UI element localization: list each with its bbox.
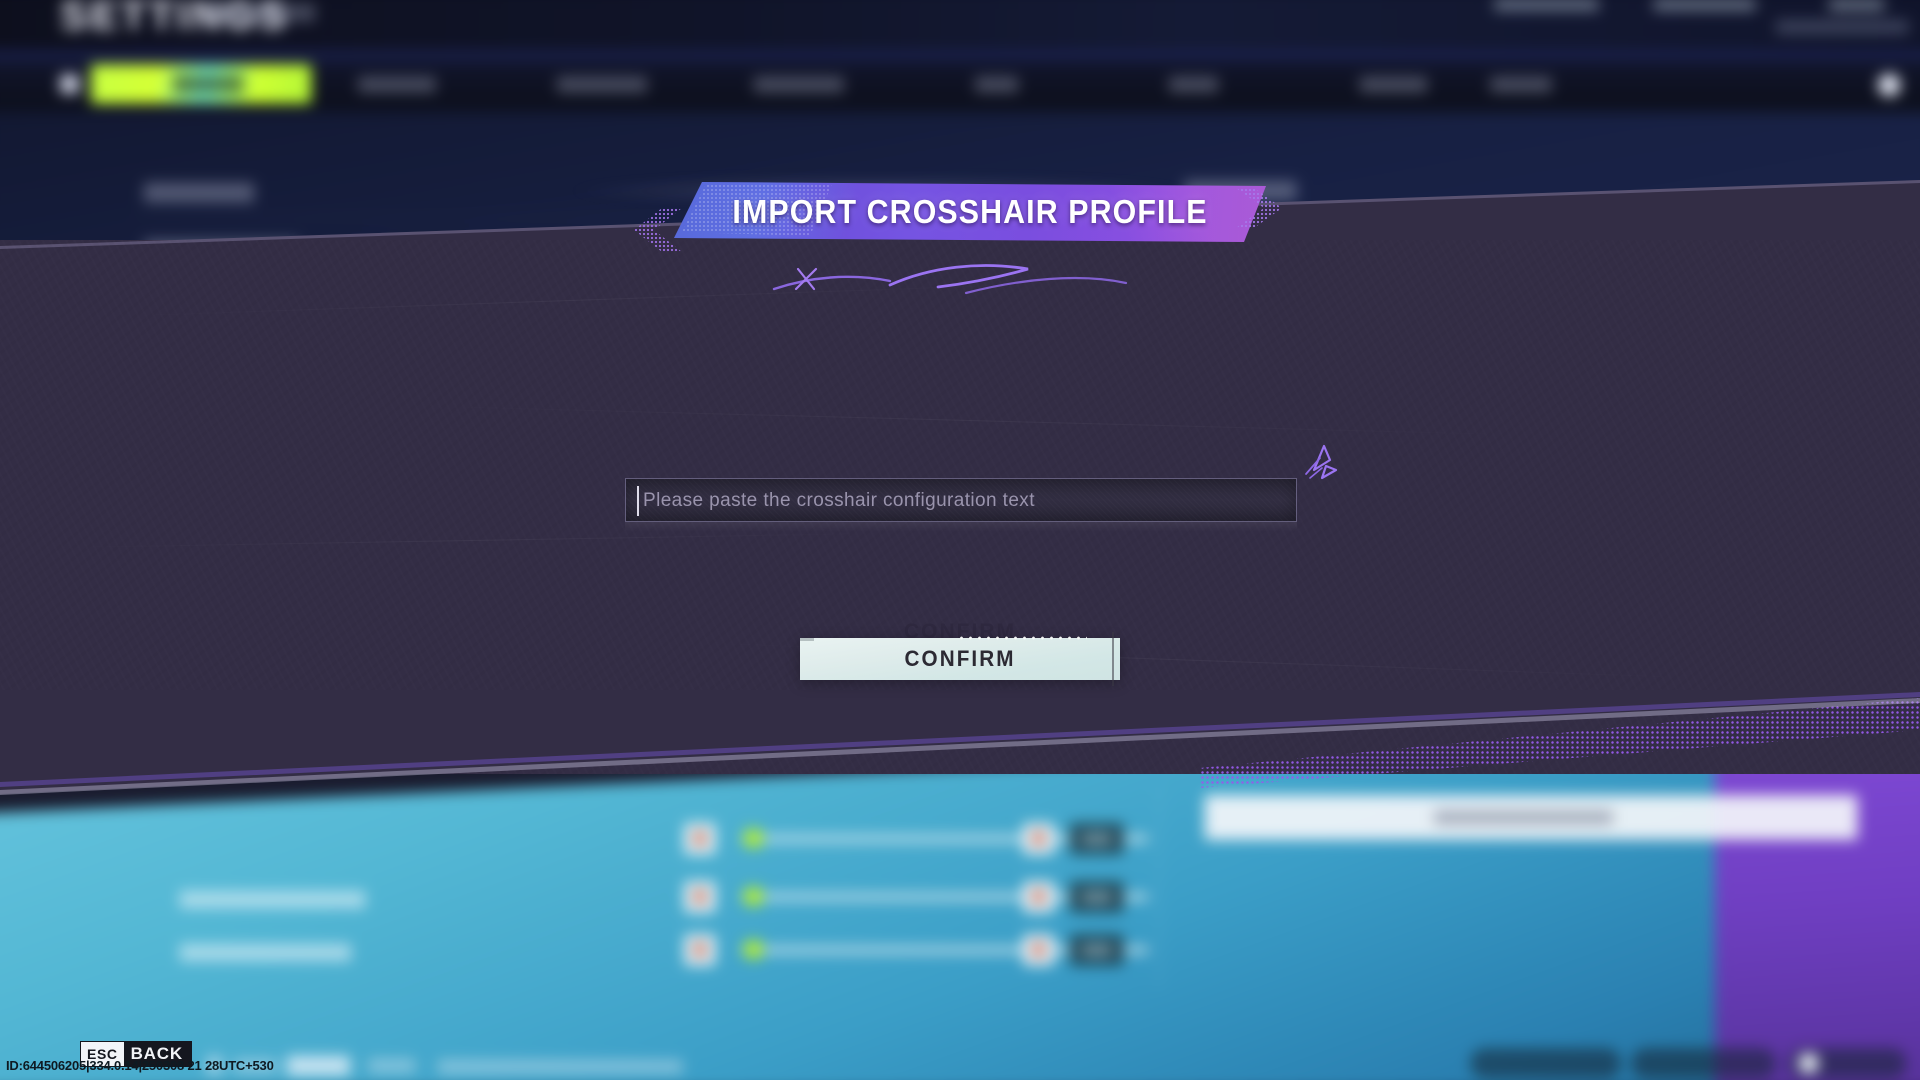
confirm-button-label: CONFIRM	[904, 646, 1016, 671]
text-caret	[637, 486, 639, 516]
confirm-button-edge-tick	[1112, 632, 1114, 686]
crosshair-config-input-placeholder: Please paste the crosshair configuration…	[643, 490, 1035, 511]
confirm-button[interactable]: CONFIRM	[800, 638, 1120, 680]
modal-title-banner: IMPORT CROSSHAIR PROFILE	[630, 178, 1290, 252]
modal-title-text: IMPORT CROSSHAIR PROFILE	[732, 193, 1208, 230]
crosshair-config-input[interactable]: Please paste the crosshair configuration…	[625, 478, 1297, 522]
game-settings-screen: SETTINGS IMPORT CROSSHAIR PROFILE Please…	[0, 0, 1920, 1080]
build-id-text: ID:644506205|334.0.14|250308 21 28UTC+53…	[6, 1058, 274, 1073]
confirm-button-dot-accent	[957, 636, 1087, 640]
input-underglow	[625, 522, 1297, 532]
import-crosshair-profile-modal: IMPORT CROSSHAIR PROFILE Please paste th…	[0, 0, 1920, 1080]
confirm-button-corner-mark	[800, 638, 814, 641]
sparkle-burst-icon	[1305, 444, 1338, 480]
